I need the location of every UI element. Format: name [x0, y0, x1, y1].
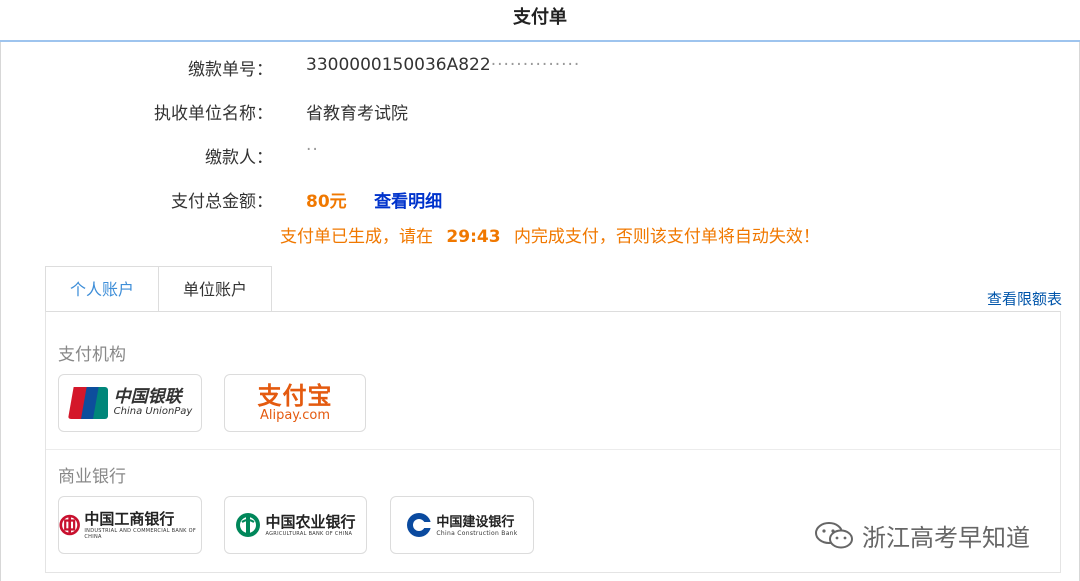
page-header: 支付单 — [0, 0, 1080, 42]
tab-company-account[interactable]: 单位账户 — [159, 266, 273, 312]
alipay-logo-icon: 支付宝 Alipay.com — [258, 383, 333, 423]
total-amount-row: 80元 查看明细 — [306, 187, 442, 212]
wechat-icon — [815, 521, 853, 548]
abc-option[interactable]: 中国农业银行 AGRICULTURAL BANK OF CHINA — [224, 496, 367, 554]
order-number-label: 缴款单号： — [188, 60, 273, 80]
icbc-option[interactable]: 中国工商银行 INDUSTRIAL AND COMMERCIAL BANK OF… — [58, 496, 202, 554]
payer-label: 缴款人： — [205, 148, 273, 168]
tab-personal-account[interactable]: 个人账户 — [45, 266, 160, 312]
unionpay-name-cn: 中国银联 — [113, 387, 182, 407]
unit-name-value: 省教育考试院 — [306, 104, 408, 124]
abc-name: 中国农业银行 — [265, 512, 356, 531]
abc-logo-icon — [236, 513, 261, 537]
payer-masked-value: ·· — [306, 140, 319, 160]
abc-subtitle: AGRICULTURAL BANK OF CHINA — [265, 530, 353, 537]
notice-prefix: 支付单已生成，请在 — [280, 227, 433, 247]
institutions-section-title: 支付机构 — [58, 345, 126, 365]
section-divider — [46, 449, 1060, 450]
order-number-value: 3300000150036A822·············· — [306, 55, 580, 75]
alipay-option[interactable]: 支付宝 Alipay.com — [224, 374, 366, 432]
ccb-option[interactable]: 中国建设银行 China Construction Bank — [390, 496, 534, 554]
unit-name-label: 执收单位名称： — [154, 104, 273, 124]
banks-section-title: 商业银行 — [58, 467, 126, 487]
unionpay-logo-icon — [67, 387, 108, 419]
countdown-timer: 29:43 — [446, 227, 501, 247]
alipay-name-cn: 支付宝 — [257, 382, 333, 410]
payment-deadline-notice: 支付单已生成，请在 29:43 内完成支付，否则该支付单将自动失效！ — [280, 222, 820, 247]
alipay-name-en: Alipay.com — [259, 408, 331, 423]
ccb-subtitle: China Construction Bank — [436, 529, 518, 537]
notice-suffix: 内完成支付，否则该支付单将自动失效！ — [513, 227, 820, 247]
total-amount-label: 支付总金额： — [171, 192, 273, 212]
watermark: 浙江高考早知道 — [814, 518, 1030, 553]
account-tabs: 个人账户 单位账户 — [45, 266, 273, 312]
ccb-name: 中国建设银行 — [436, 514, 515, 530]
page-title: 支付单 — [513, 7, 567, 28]
unionpay-option[interactable]: 中国银联 China UnionPay — [58, 374, 202, 432]
watermark-text: 浙江高考早知道 — [862, 524, 1030, 552]
view-limit-table-link[interactable]: 查看限额表 — [987, 288, 1062, 309]
order-number-masked: ·············· — [490, 55, 581, 75]
icbc-logo-icon — [59, 514, 80, 536]
icbc-name: 中国工商银行 — [84, 509, 175, 528]
total-amount-value: 80元 — [306, 192, 347, 212]
ccb-logo-icon — [407, 513, 433, 537]
view-details-link[interactable]: 查看明细 — [374, 192, 442, 212]
order-number-text: 3300000150036A822 — [306, 55, 491, 75]
icbc-subtitle: INDUSTRIAL AND COMMERCIAL BANK OF CHINA — [84, 527, 197, 540]
unionpay-name-en: China UnionPay — [113, 406, 193, 417]
